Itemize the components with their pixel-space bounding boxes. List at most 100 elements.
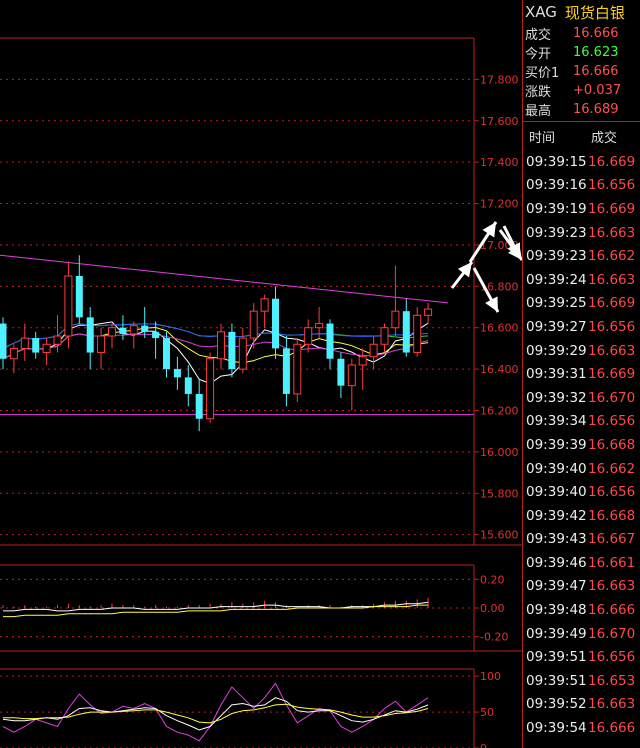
tick-price: 16.669 — [588, 366, 636, 383]
tick-row: 09:39:40 16.656 — [523, 480, 640, 504]
candle-body — [64, 275, 73, 337]
candle-body — [413, 314, 422, 354]
y-tick-label: 15.600 — [480, 529, 519, 542]
macd-line — [3, 601, 429, 612]
symbol-code: XAG — [525, 3, 557, 21]
tick-row: 09:39:39 16.668 — [523, 433, 640, 457]
quote-value: 16.666 — [573, 26, 619, 41]
candle-body — [53, 335, 62, 345]
candle-body — [228, 331, 236, 370]
tick-time: 09:39:15 — [526, 153, 587, 170]
tick-price: 16.662 — [588, 460, 636, 477]
arrow-head — [482, 222, 496, 238]
tick-row: 09:39:15 16.669 — [523, 150, 640, 174]
tick-time: 09:39:32 — [526, 389, 587, 406]
tick-price: 16.663 — [588, 224, 636, 241]
candle-body — [326, 323, 334, 359]
candle-body — [391, 310, 400, 329]
y-tick-label: 16.000 — [480, 446, 519, 459]
tick-time: 09:39:48 — [526, 602, 587, 619]
y-tick-label: 17.400 — [480, 156, 519, 169]
tick-time: 09:39:23 — [526, 224, 587, 241]
candle-body — [238, 337, 247, 370]
y-tick-label: 16.200 — [480, 404, 519, 417]
quote-row-high: 最高 16.689 — [523, 100, 640, 119]
candle-body — [129, 325, 138, 335]
candle-body — [32, 338, 40, 353]
ticks-header: 时间 成交 — [523, 121, 640, 150]
tick-time: 09:39:54 — [526, 720, 587, 737]
candle-body — [272, 298, 279, 349]
candle-body — [206, 358, 215, 420]
tick-time: 09:39:43 — [526, 531, 587, 548]
tick-price: 16.663 — [588, 342, 636, 359]
tick-row: 09:39:31 16.669 — [523, 362, 640, 386]
candle-body — [152, 331, 160, 339]
candle-body — [184, 377, 192, 394]
candle-body — [20, 337, 29, 349]
quote-value: 16.689 — [573, 102, 619, 117]
y-tick-label: -0.20 — [480, 631, 508, 644]
tick-price: 16.656 — [588, 318, 636, 335]
tick-price: 16.653 — [588, 672, 636, 689]
candle-body — [424, 308, 433, 316]
candle-body — [217, 331, 225, 360]
tick-time: 09:39:51 — [526, 649, 587, 666]
tick-row: 09:39:46 16.661 — [523, 551, 640, 575]
tick-price: 16.663 — [588, 271, 636, 288]
y-tick-label: 0.20 — [480, 573, 505, 586]
tick-time: 09:39:46 — [526, 554, 587, 571]
candle-body — [173, 369, 181, 378]
quote-label: 今开 — [525, 47, 552, 62]
tick-row: 09:39:40 16.662 — [523, 457, 640, 481]
tick-price: 16.669 — [588, 153, 636, 170]
tick-row: 09:39:24 16.663 — [523, 268, 640, 292]
y-tick-label: 16.400 — [480, 363, 519, 376]
arrow-head — [457, 262, 472, 278]
tick-time: 09:39:52 — [526, 696, 587, 713]
tick-time: 09:39:51 — [526, 672, 587, 689]
tick-row: 09:39:48 16.666 — [523, 598, 640, 622]
tick-price: 16.668 — [588, 507, 636, 524]
tick-price: 16.666 — [588, 720, 636, 737]
tick-price: 16.656 — [588, 649, 636, 666]
candle-body — [119, 327, 127, 334]
tick-list[interactable]: 09:39:15 16.669 09:39:16 16.656 09:39:19 16.6… — [523, 150, 640, 740]
tick-row: 09:39:23 16.662 — [523, 244, 640, 268]
candle-body — [369, 343, 378, 358]
candle-body — [9, 347, 18, 360]
tick-time: 09:39:42 — [526, 507, 587, 524]
tick-price: 16.667 — [588, 531, 636, 548]
candle-body — [282, 348, 290, 394]
tick-row: 09:39:23 16.663 — [523, 221, 640, 245]
ticks-header-time: 时间 — [529, 130, 556, 146]
tick-row: 09:39:43 16.667 — [523, 528, 640, 552]
tick-time: 09:39:16 — [526, 177, 587, 194]
y-tick-label: 100 — [480, 670, 501, 683]
candle-body — [402, 311, 410, 353]
tick-time: 09:39:27 — [526, 318, 587, 335]
quote-value: 16.623 — [573, 45, 619, 60]
candle-body — [249, 310, 258, 339]
tick-price: 16.662 — [588, 248, 636, 265]
ticks-header-price: 成交 — [591, 130, 618, 146]
y-tick-label: 17.200 — [480, 198, 519, 211]
tick-row: 09:39:42 16.668 — [523, 504, 640, 528]
symbol-name: 现货白银 — [564, 3, 625, 22]
tick-row: 09:39:54 16.666 — [523, 716, 640, 740]
tick-row: 09:39:51 16.656 — [523, 645, 640, 669]
quote-row-last: 成交 16.666 — [523, 24, 640, 43]
candle-body — [347, 364, 356, 387]
tick-row: 09:39:29 16.663 — [523, 339, 640, 363]
tick-time: 09:39:47 — [526, 578, 587, 595]
y-tick-label: 0.00 — [480, 602, 505, 615]
tick-row: 09:39:16 16.656 — [523, 174, 640, 198]
annotation-arrow — [450, 261, 474, 289]
chart-area[interactable]: 17.80017.60017.40017.20017.00016.80016.6… — [0, 0, 522, 748]
tick-row: 09:39:47 16.663 — [523, 575, 640, 599]
candle-body — [380, 327, 389, 345]
tick-time: 09:39:40 — [526, 484, 587, 501]
tick-time: 09:39:23 — [526, 248, 587, 265]
tick-price: 16.663 — [588, 696, 636, 713]
y-tick-label: 16.600 — [480, 322, 519, 335]
